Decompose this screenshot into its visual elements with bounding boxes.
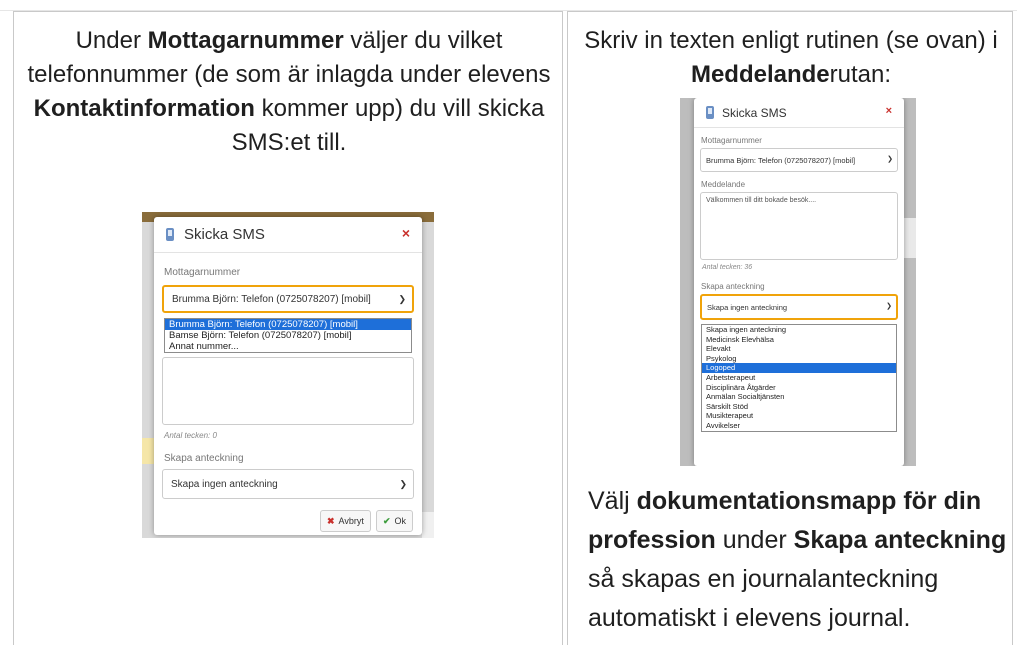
recipient-option[interactable]: Brumma Björn: Telefon (0725078207) [mobi… (165, 319, 411, 330)
close-icon: ✖ (327, 515, 335, 526)
note-option[interactable]: Elevakt (702, 344, 896, 354)
check-icon: ✔ (383, 515, 391, 526)
bold-term-skapa-anteckning: Skapa anteckning (793, 526, 1007, 554)
note-option[interactable]: Avvikelser (702, 421, 896, 431)
page-top-border (0, 0, 1017, 11)
note-label: Skapa anteckning (701, 282, 765, 291)
note-options: Skapa ingen anteckning Medicinsk Elevhäl… (701, 324, 897, 432)
message-textarea[interactable]: Välkommen till ditt bokade besök.... (700, 192, 898, 260)
recipient-select-value: Brumma Björn: Telefon (0725078207) [mobi… (706, 155, 856, 165)
note-select[interactable]: Skapa ingen anteckning ❯ (700, 294, 898, 320)
note-option[interactable]: Skapa ingen anteckning (702, 325, 896, 335)
bold-term-kontaktinformation: Kontaktinformation (33, 95, 255, 122)
message-label: Meddelande (701, 180, 746, 189)
dialog-header: Skicka SMS × (694, 98, 904, 128)
left-instruction: Under Mottagarnummer väljer du vilket te… (27, 27, 551, 156)
note-option[interactable]: Musikterapeut (702, 411, 896, 421)
note-option[interactable]: Medicinsk Elevhälsa (702, 335, 896, 345)
left-table-cell: Under Mottagarnummer väljer du vilket te… (13, 11, 563, 645)
sms-dialog: Skicka SMS × Mottagarnummer Brumma Björn… (694, 98, 904, 466)
dialog-header: Skicka SMS × (154, 217, 422, 253)
chevron-down-icon: ❯ (886, 303, 892, 310)
phone-icon (164, 227, 176, 242)
screenshot-recipient-dropdown: Skicka SMS × Mottagarnummer Brumma Björn… (142, 212, 434, 538)
message-textarea[interactable] (162, 357, 414, 425)
phone-icon (704, 105, 716, 120)
chevron-down-icon: ❯ (399, 479, 407, 489)
chevron-down-icon: ❯ (887, 156, 893, 163)
bg-app-fragment (904, 218, 916, 258)
note-option[interactable]: Arbetsterapeut (702, 373, 896, 383)
dialog-title: Skicka SMS (184, 226, 265, 243)
char-count: Antal tecken: 36 (702, 264, 753, 271)
bold-term-mottagarnummer: Mottagarnummer (147, 27, 344, 54)
cancel-button-label: Avbryt (338, 516, 364, 526)
ok-button[interactable]: ✔ Ok (376, 510, 414, 532)
screenshot-note-dropdown: Skicka SMS × Mottagarnummer Brumma Björn… (680, 98, 916, 466)
bold-term-meddelande: Meddelande (690, 61, 830, 88)
recipient-select[interactable]: Brumma Björn: Telefon (0725078207) [mobi… (162, 285, 414, 313)
recipient-options: Brumma Björn: Telefon (0725078207) [mobi… (164, 318, 412, 353)
right-instruction-top: Skriv in texten enligt rutinen (se ovan)… (584, 27, 998, 88)
recipient-select[interactable]: Brumma Björn: Telefon (0725078207) [mobi… (700, 148, 898, 172)
close-icon[interactable]: × (886, 104, 892, 118)
recipient-select-value: Brumma Björn: Telefon (0725078207) [mobi… (172, 293, 371, 305)
bg-app-fragment (422, 512, 434, 538)
note-option[interactable]: Disciplinära Åtgärder (702, 383, 896, 393)
cancel-button[interactable]: ✖ Avbryt (320, 510, 371, 532)
recipient-label: Mottagarnummer (701, 136, 762, 145)
sms-dialog: Skicka SMS × Mottagarnummer Brumma Björn… (154, 217, 422, 535)
note-option[interactable]: Särskilt Stöd (702, 402, 896, 412)
ok-button-label: Ok (394, 516, 407, 526)
right-instruction-bottom: Välj dokumentationsmapp för din professi… (588, 487, 1007, 632)
note-label: Skapa anteckning (164, 453, 244, 464)
close-icon[interactable]: × (402, 226, 410, 240)
char-count: Antal tecken: 0 (164, 431, 217, 440)
right-table-cell: Skriv in texten enligt rutinen (se ovan)… (567, 11, 1013, 645)
note-select-value: Skapa ingen anteckning (707, 302, 788, 312)
recipient-option[interactable]: Annat nummer... (165, 341, 411, 352)
note-select[interactable]: Skapa ingen anteckning ❯ (162, 469, 414, 499)
dialog-title: Skicka SMS (722, 105, 787, 120)
note-select-value: Skapa ingen anteckning (171, 478, 278, 490)
recipient-label: Mottagarnummer (164, 267, 241, 278)
chevron-down-icon: ❯ (398, 294, 406, 304)
recipient-option[interactable]: Bamse Björn: Telefon (0725078207) [mobil… (165, 330, 411, 341)
note-option[interactable]: Logoped (702, 363, 896, 373)
note-option[interactable]: Psykolog (702, 354, 896, 364)
note-option[interactable]: Anmälan Socialtjänsten (702, 392, 896, 402)
